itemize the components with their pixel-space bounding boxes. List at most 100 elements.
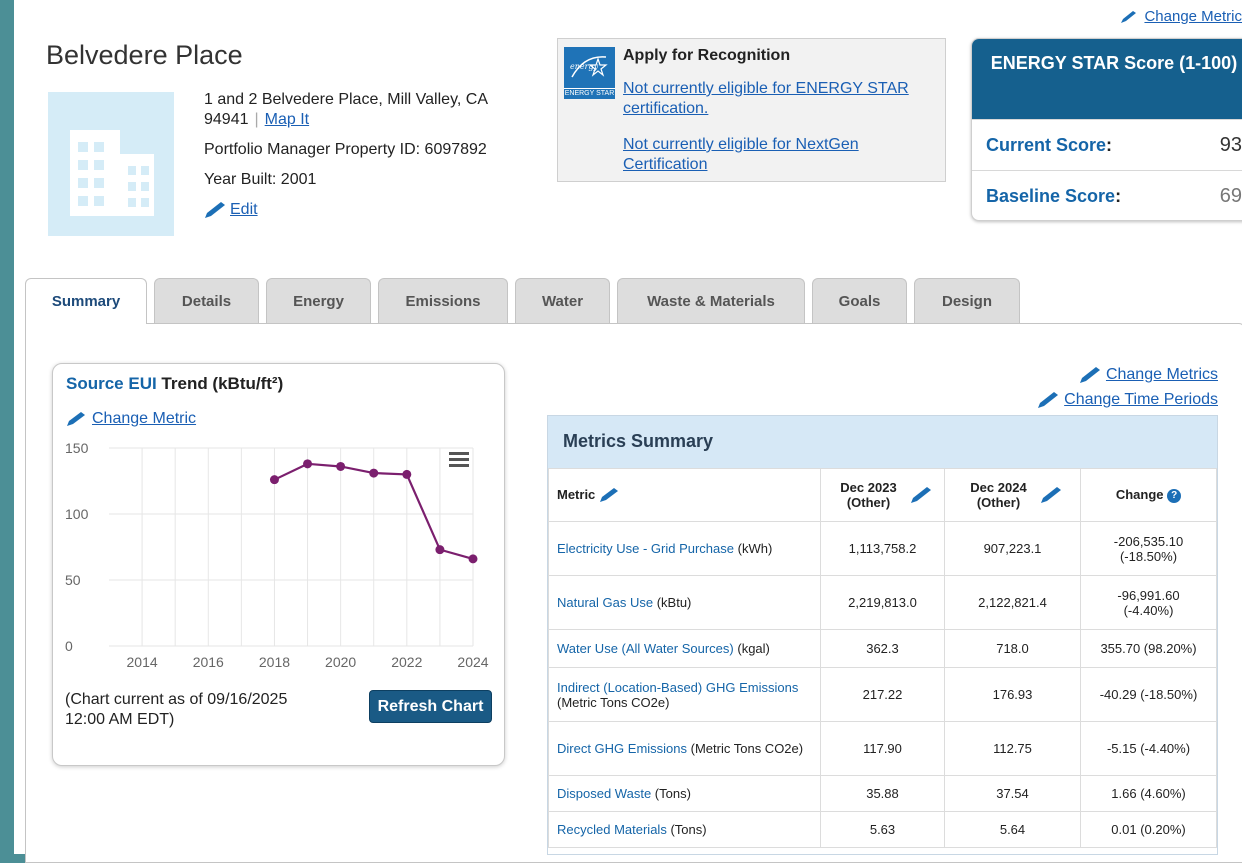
change-metrics-link[interactable]: Change Metrics — [1106, 362, 1218, 387]
period1-value: 217.22 — [820, 667, 945, 722]
data-point — [369, 468, 379, 478]
nextgen-eligibility-link[interactable]: Not currently eligible for NextGen Certi… — [623, 135, 933, 175]
svg-text:energy: energy — [570, 62, 599, 71]
data-point — [402, 469, 412, 479]
metrics-summary-title: Metrics Summary — [548, 416, 1217, 468]
edit-row[interactable]: Edit — [204, 200, 488, 220]
baseline-score-row: Baseline Score: 69 — [972, 170, 1242, 220]
pencil-icon — [1038, 391, 1059, 408]
period2-value: 112.75 — [944, 721, 1081, 776]
period2-value: 176.93 — [944, 667, 1081, 722]
tab-waste-materials[interactable]: Waste & Materials — [617, 278, 805, 323]
help-icon[interactable]: ? — [1167, 488, 1182, 503]
change-time-periods-row[interactable]: Change Time Periods — [1037, 387, 1218, 412]
table-row: Electricity Use - Grid Purchase (kWh) 1,… — [548, 521, 1217, 576]
col-period2-label: Dec 2024 (Other) — [970, 480, 1027, 510]
x-tick-label: 2020 — [325, 654, 356, 670]
pencil-icon[interactable] — [599, 487, 619, 503]
data-point — [336, 461, 346, 471]
data-point — [435, 545, 445, 555]
metric-link[interactable]: Electricity Use - Grid Purchase — [557, 541, 734, 556]
period1-value: 117.90 — [820, 721, 945, 776]
property-title: Belvedere Place — [46, 40, 243, 70]
chart-change-metric[interactable]: Change Metric — [66, 410, 196, 428]
change-value: 0.01 (0.20%) — [1080, 811, 1217, 848]
period2-value: 907,223.1 — [944, 521, 1081, 576]
energy-star-logo: energy ENERGY STAR — [564, 47, 615, 99]
period1-value: 2,219,813.0 — [820, 575, 945, 630]
period1-value: 5.63 — [820, 811, 945, 848]
period2-value: 2,122,821.4 — [944, 575, 1081, 630]
tab-details[interactable]: Details — [154, 278, 259, 323]
metrics-links: Change Metrics Change Time Periods — [1037, 362, 1218, 412]
metric-link[interactable]: Direct GHG Emissions — [557, 741, 687, 756]
data-point — [269, 475, 279, 485]
x-tick-label: 2016 — [193, 654, 224, 670]
y-tick-label: 0 — [65, 638, 73, 654]
chart-title: Source EUI Trend (kBtu/ft²) — [66, 374, 283, 394]
chart-title-metric[interactable]: Source EUI — [66, 374, 157, 393]
chart-title-rest: Trend (kBtu/ft²) — [156, 374, 284, 393]
address: 1 and 2 Belvedere Place, Mill Valley, CA… — [204, 91, 488, 128]
property-info: 1 and 2 Belvedere Place, Mill Valley, CA… — [204, 90, 488, 220]
energy-star-eligibility-link[interactable]: Not currently eligible for ENERGY STAR c… — [623, 79, 933, 119]
tab-summary[interactable]: Summary — [25, 278, 147, 324]
address-line: 1 and 2 Belvedere Place, Mill Valley, CA — [204, 91, 488, 108]
building-icon — [70, 130, 154, 216]
data-point — [468, 554, 478, 564]
metric-link[interactable]: Recycled Materials — [557, 822, 667, 837]
table-row: Natural Gas Use (kBtu) 2,219,813.0 2,122… — [548, 575, 1217, 630]
data-point — [303, 459, 313, 469]
change-metric-top[interactable]: Change Metric — [1120, 8, 1242, 25]
tab-energy[interactable]: Energy — [266, 278, 371, 323]
menu-bar — [449, 452, 469, 455]
metrics-table: Metric Dec 2023 (Other) Dec 2024 (Other) — [548, 468, 1217, 848]
change-time-periods-link[interactable]: Change Time Periods — [1064, 387, 1218, 412]
current-score-row: Current Score: 93 — [972, 119, 1242, 170]
y-tick-label: 100 — [65, 506, 89, 522]
change-metrics-row[interactable]: Change Metrics — [1037, 362, 1218, 387]
metric-link[interactable]: Water Use (All Water Sources) — [557, 641, 734, 656]
baseline-score-label: Baseline Score — [986, 185, 1116, 206]
x-tick-label: 2018 — [259, 654, 290, 670]
tab-emissions[interactable]: Emissions — [378, 278, 508, 323]
y-tick-label: 50 — [65, 572, 81, 588]
col-change: Change ? — [1080, 468, 1217, 522]
energy-star-icon: energy — [570, 56, 608, 78]
change-metric-link[interactable]: Change Metric — [1144, 8, 1242, 25]
building-image — [48, 92, 174, 236]
y-tick-label: 150 — [65, 440, 89, 456]
change-value: 1.66 (4.60%) — [1080, 775, 1217, 812]
x-tick-label: 2022 — [391, 654, 422, 670]
chart-change-metric-link[interactable]: Change Metric — [92, 410, 196, 428]
pencil-icon[interactable] — [910, 486, 932, 504]
chart-timestamp: (Chart current as of 09/16/2025 12:00 AM… — [65, 691, 288, 728]
table-row: Disposed Waste (Tons) 35.88 37.54 1.66 (… — [548, 775, 1217, 812]
tab-goals[interactable]: Goals — [812, 278, 907, 323]
metric-link[interactable]: Disposed Waste — [557, 786, 651, 801]
metric-link[interactable]: Indirect (Location-Based) GHG Emissions — [557, 680, 798, 695]
address-zip: 94941 — [204, 111, 249, 128]
chart-menu-icon[interactable] — [449, 452, 469, 467]
period1-value: 362.3 — [820, 629, 945, 668]
current-score-value: 93 — [1219, 133, 1242, 156]
pencil-icon — [67, 412, 85, 426]
menu-bar — [449, 458, 469, 461]
metric-link[interactable]: Natural Gas Use — [557, 595, 653, 610]
tab-water[interactable]: Water — [515, 278, 610, 323]
edit-link[interactable]: Edit — [230, 200, 258, 220]
change-value: -96,991.60 (-4.40%) — [1080, 575, 1217, 630]
change-value: -40.29 (-18.50%) — [1080, 667, 1217, 722]
period2-value: 5.64 — [944, 811, 1081, 848]
tab-design[interactable]: Design — [914, 278, 1020, 323]
table-row: Direct GHG Emissions (Metric Tons CO2e) … — [548, 721, 1217, 776]
metrics-summary-card: Metrics Summary Metric Dec 2023 (Other) … — [547, 415, 1218, 855]
col-period1-label: Dec 2023 (Other) — [840, 480, 897, 510]
recognition-box: energy ENERGY STAR Apply for Recognition… — [557, 38, 946, 182]
pencil-icon[interactable] — [1040, 486, 1062, 504]
col-metric-label: Metric — [557, 486, 596, 502]
refresh-chart-button[interactable]: Refresh Chart — [369, 690, 492, 723]
energy-star-logo-text: ENERGY STAR — [564, 88, 615, 97]
map-it-link[interactable]: Map It — [265, 111, 309, 128]
x-tick-label: 2024 — [457, 654, 488, 670]
